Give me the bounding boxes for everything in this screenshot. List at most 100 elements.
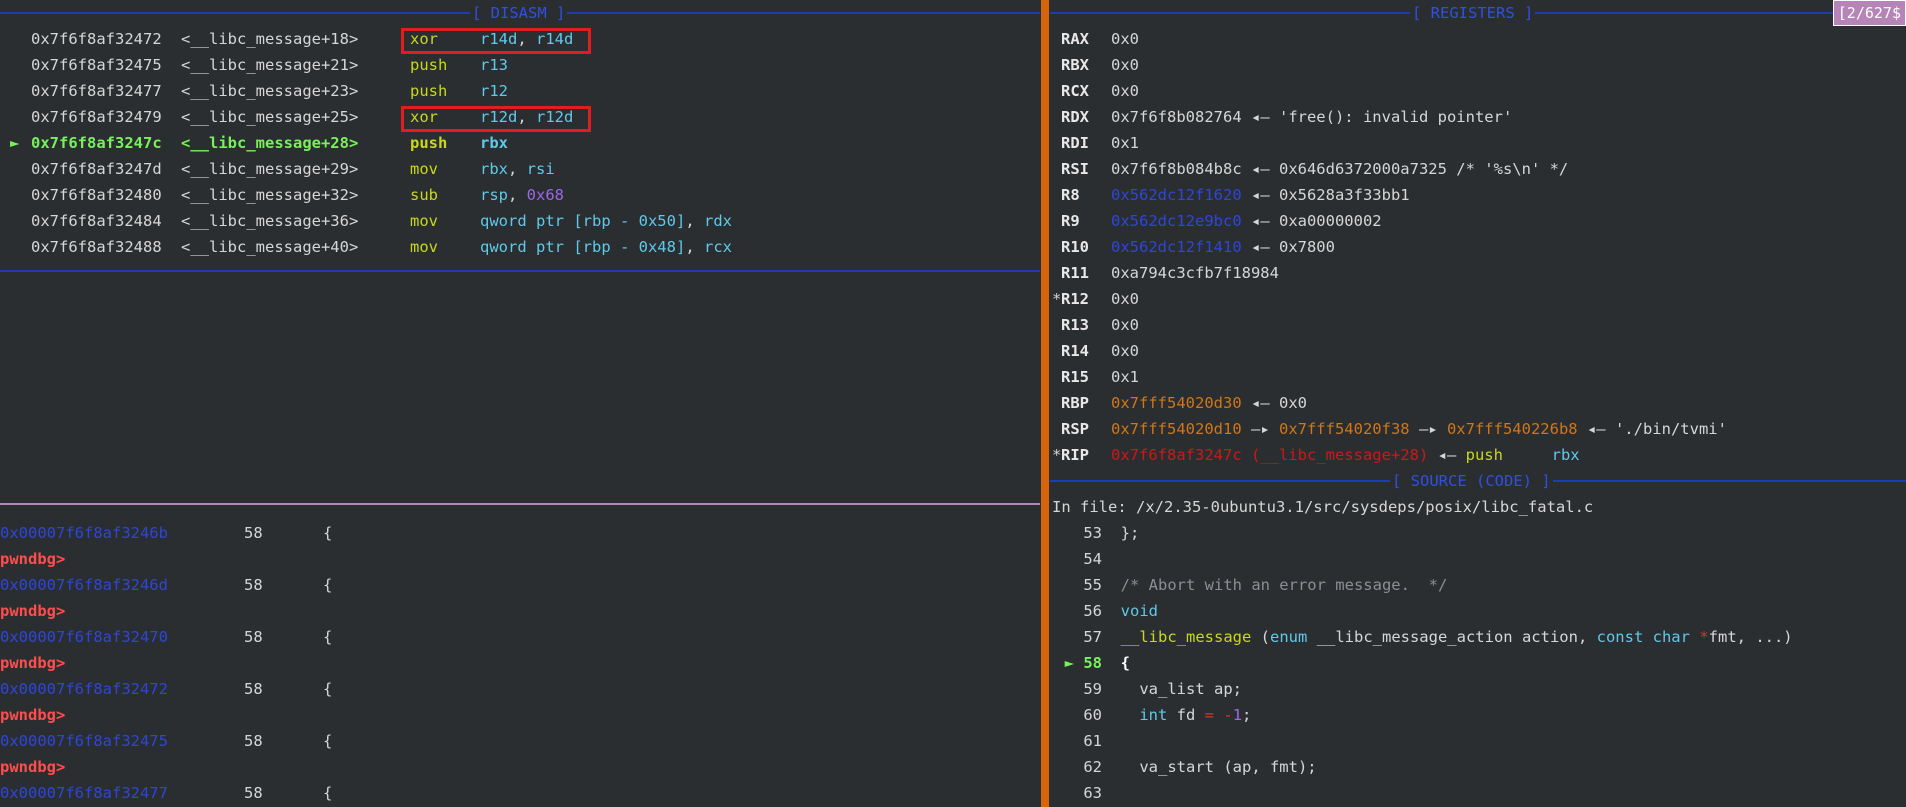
console-prompt[interactable]: pwndbg> [0, 650, 65, 676]
register-value: 0x1 [1111, 134, 1139, 152]
console-address: 0x00007f6f8af3246d [0, 576, 168, 594]
register-deref: ◂— [1428, 446, 1466, 464]
register-value-heap: 0x562dc12f1620 [1111, 186, 1242, 204]
console-prompt[interactable]: pwndbg> [0, 702, 65, 728]
console-output-line: 0x00007f6f8af32475 58 { [0, 728, 332, 754]
register-row-rip[interactable]: *RIP 0x7f6f8af3247c (__libc_message+28) ◂… [1052, 442, 1580, 468]
instruction-address: 0x7f6f8af32479 [31, 108, 162, 126]
disasm-row[interactable]: 0x7f6f8af32480 <__libc_message+32> sub rsp,… [10, 182, 564, 208]
disasm-row-current[interactable]: ► 0x7f6f8af3247c <__libc_message+28> push rb… [10, 130, 508, 156]
instruction-address: 0x7f6f8af3247d [31, 160, 162, 178]
register-row-r10[interactable]: R10 0x562dc12f1410 ◂— 0x7800 [1052, 234, 1335, 260]
register-deref: ◂— 0x0 [1241, 394, 1307, 412]
register-row-r13[interactable]: R13 0x0 [1052, 312, 1139, 338]
instruction-address: 0x7f6f8af32477 [31, 82, 162, 100]
disasm-row[interactable]: 0x7f6f8af32475 <__libc_message+21> push r13 [10, 52, 508, 78]
register-row-rdi[interactable]: RDI 0x1 [1052, 130, 1139, 156]
register-row-rbp[interactable]: RBP 0x7fff54020d30 ◂— 0x0 [1052, 390, 1307, 416]
instruction-symbol: <__libc_message+23> [181, 82, 359, 100]
instruction-mnemonic: mov [410, 238, 438, 256]
disasm-pane[interactable]: 0x7f6f8af32472 <__libc_message+18> xor r14d… [0, 26, 1040, 266]
console-prompt[interactable]: pwndbg> [0, 598, 65, 624]
registers-pane[interactable]: RAX 0x0 RBX 0x0 RCX 0x0 RDX 0x7f6f8b082764 ◂— '… [1052, 26, 1906, 468]
console-code: { [323, 628, 333, 646]
register-row-rcx[interactable]: RCX 0x0 [1052, 78, 1139, 104]
console-output-line: 0x00007f6f8af3246b 58 { [0, 520, 332, 546]
instruction-symbol: <__libc_message+21> [181, 56, 359, 74]
instruction-address: 0x7f6f8af32488 [31, 238, 162, 256]
source-header: [ SOURCE (CODE) ] [1390, 468, 1553, 494]
source-keyword: char [1652, 628, 1690, 646]
line-number: 60 [1083, 706, 1102, 724]
line-number: 54 [1083, 550, 1102, 568]
console-line-number: 58 [244, 680, 263, 698]
register-row-r14[interactable]: R14 0x0 [1052, 338, 1139, 364]
register-row-r9[interactable]: R9 0x562dc12e9bc0 ◂— 0xa00000002 [1052, 208, 1382, 234]
console-prompt[interactable]: pwndbg> [0, 546, 65, 572]
disasm-row[interactable]: 0x7f6f8af32477 <__libc_message+23> push r12 [10, 78, 508, 104]
current-line-arrow-icon: ► [1064, 654, 1074, 672]
register-deref: ◂— 0x5628a3f33bb1 [1241, 186, 1410, 204]
source-line-56: 56 void [1052, 598, 1158, 624]
register-row-r12[interactable]: *R12 0x0 [1052, 286, 1139, 312]
source-keyword: const [1596, 628, 1644, 646]
operand-separator: , [685, 238, 704, 256]
register-value: 0x1 [1111, 368, 1139, 386]
register-row-rdx[interactable]: RDX 0x7f6f8b082764 ◂— 'free(): invalid po… [1052, 104, 1512, 130]
register-name: RSI [1061, 160, 1089, 178]
register-row-rax[interactable]: RAX 0x0 [1052, 26, 1139, 52]
instruction-symbol: <__libc_message+18> [181, 30, 359, 48]
pane-splitter[interactable] [1041, 0, 1049, 807]
pointer-arrow: —▸ [1241, 420, 1279, 438]
register-name: RBP [1061, 394, 1089, 412]
console-code: { [323, 732, 333, 750]
register-row-rsp[interactable]: RSP 0x7fff54020d10 —▸ 0x7fff54020f38 —▸ 0… [1052, 416, 1727, 442]
source-line-53: 53 }; [1052, 520, 1139, 546]
register-value-stack: 0x7fff54020d30 [1111, 394, 1242, 412]
register-row-rbx[interactable]: RBX 0x0 [1052, 52, 1139, 78]
console-line-number: 58 [244, 628, 263, 646]
register-row-r8[interactable]: R8 0x562dc12f1620 ◂— 0x5628a3f33bb1 [1052, 182, 1410, 208]
source-operator: - [1223, 706, 1233, 724]
console-address: 0x00007f6f8af32470 [0, 628, 168, 646]
console-code: { [323, 680, 333, 698]
register-row-r11[interactable]: R11 0xa794c3cfb7f18984 [1052, 260, 1279, 286]
instruction-mnemonic: push [1465, 446, 1503, 464]
register-name: RDI [1061, 134, 1089, 152]
source-code: ( [1251, 628, 1270, 646]
source-code: va_start (ap, fmt); [1120, 758, 1317, 776]
register-deref: ◂— 0x646d6372000a7325 /* '%s\n' */ [1241, 160, 1569, 178]
source-keyword: void [1120, 602, 1158, 620]
operand-separator: , [508, 160, 527, 178]
instruction-address: 0x7f6f8af32472 [31, 30, 162, 48]
source-comment: /* Abort with an error message. */ [1120, 576, 1448, 594]
highlight-box-2 [401, 106, 591, 132]
instruction-address: 0x7f6f8af32480 [31, 186, 162, 204]
register-row-rsi[interactable]: RSI 0x7f6f8b084b8c ◂— 0x646d6372000a7325 … [1052, 156, 1568, 182]
register-deref: ◂— 'free(): invalid pointer' [1241, 108, 1513, 126]
instruction-mnemonic: mov [410, 212, 438, 230]
register-name: R15 [1061, 368, 1089, 386]
source-code: fmt, ...) [1708, 628, 1793, 646]
register-row-r15[interactable]: R15 0x1 [1052, 364, 1139, 390]
disasm-row[interactable]: 0x7f6f8af3247d <__libc_message+29> mov rbx,… [10, 156, 555, 182]
prompt-label: pwndbg> [0, 654, 66, 672]
register-name: RIP [1061, 446, 1089, 464]
line-number: 53 [1083, 524, 1102, 542]
register-name: R14 [1061, 342, 1089, 360]
source-line-61: 61 [1052, 728, 1102, 754]
instruction-symbol: <__libc_message+40> [181, 238, 359, 256]
console-pane[interactable]: 0x00007f6f8af3246b 58 {pwndbg> 0x00007f6f8a… [0, 520, 1040, 807]
console-line-number: 58 [244, 732, 263, 750]
instruction-address: 0x7f6f8af32475 [31, 56, 162, 74]
operand-separator: , [508, 186, 527, 204]
disasm-header: [ DISASM ] [470, 0, 568, 26]
disasm-row[interactable]: 0x7f6f8af32488 <__libc_message+40> mov qwor… [10, 234, 732, 260]
source-pane[interactable]: In file: /x/2.35-0ubuntu3.1/src/sysdeps/… [1052, 494, 1906, 807]
source-code: { [1120, 654, 1131, 672]
source-line-63: 63 [1052, 780, 1102, 806]
register-name: R10 [1061, 238, 1089, 256]
console-prompt[interactable]: pwndbg> [0, 754, 65, 780]
instruction-operand: rsi [526, 160, 555, 178]
disasm-row[interactable]: 0x7f6f8af32484 <__libc_message+36> mov qwor… [10, 208, 732, 234]
